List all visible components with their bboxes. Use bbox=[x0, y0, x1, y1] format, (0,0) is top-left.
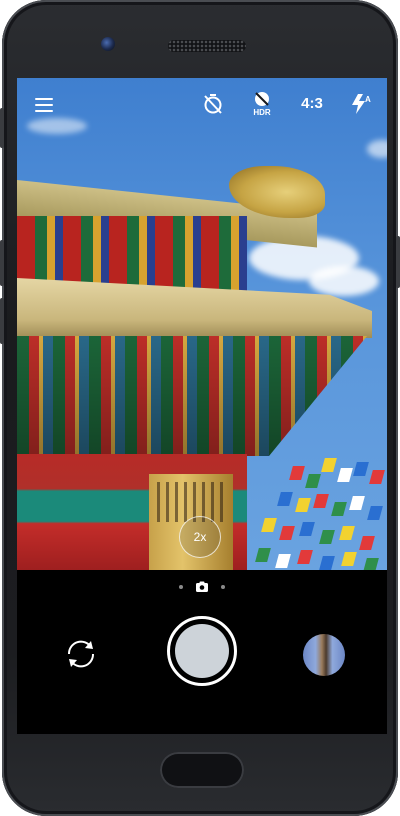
camera-icon[interactable] bbox=[195, 580, 209, 594]
zoom-toggle-button[interactable]: 2x bbox=[179, 516, 221, 558]
prayer-flag bbox=[349, 496, 365, 510]
cloud bbox=[309, 266, 379, 296]
prayer-flag bbox=[339, 526, 355, 540]
timer-off-icon[interactable] bbox=[201, 92, 225, 116]
mode-dot[interactable] bbox=[179, 585, 183, 589]
prayer-flag bbox=[363, 558, 379, 570]
volume-down-key bbox=[0, 298, 4, 344]
eaves-shadow bbox=[17, 336, 367, 456]
viewfinder-preview[interactable]: HDR 4:3 A 2x bbox=[17, 78, 387, 570]
prayer-flag bbox=[295, 498, 311, 512]
prayer-flag bbox=[299, 522, 315, 536]
front-camera-lens bbox=[101, 37, 115, 51]
prayer-flag bbox=[353, 462, 369, 476]
flash-mode-letter: A bbox=[365, 95, 371, 104]
prayer-flag bbox=[297, 550, 313, 564]
prayer-flag bbox=[275, 554, 291, 568]
camera-screen: HDR 4:3 A 2x bbox=[17, 78, 387, 734]
earpiece-speaker bbox=[168, 40, 246, 52]
prayer-flag bbox=[289, 466, 305, 480]
hdr-toggle-button[interactable]: HDR bbox=[247, 90, 277, 120]
hdr-icon bbox=[255, 92, 269, 106]
camera-controls bbox=[17, 570, 387, 734]
prayer-flag bbox=[337, 468, 353, 482]
switch-camera-icon[interactable] bbox=[61, 634, 101, 674]
prayer-flag bbox=[359, 536, 375, 550]
prayer-flag bbox=[369, 470, 385, 484]
pillar-script bbox=[157, 482, 225, 522]
prayer-flag bbox=[261, 518, 277, 532]
volume-up-key bbox=[0, 240, 4, 286]
mode-dot[interactable] bbox=[221, 585, 225, 589]
prayer-flag bbox=[341, 552, 357, 566]
prayer-flag bbox=[321, 458, 337, 472]
home-button[interactable] bbox=[160, 752, 244, 788]
shutter-button[interactable] bbox=[167, 616, 237, 686]
prayer-flag bbox=[319, 556, 335, 570]
gallery-thumbnail[interactable] bbox=[303, 634, 345, 676]
prayer-flag bbox=[279, 526, 295, 540]
alert-slider bbox=[0, 108, 4, 148]
prayer-flag bbox=[367, 506, 383, 520]
phone-device: HDR 4:3 A 2x bbox=[0, 0, 400, 816]
hdr-label: HDR bbox=[253, 108, 271, 117]
prayer-flag bbox=[319, 530, 335, 544]
prayer-flag bbox=[313, 494, 329, 508]
camera-toolbar: HDR 4:3 A bbox=[17, 78, 387, 130]
prayer-flag bbox=[255, 548, 271, 562]
flash-auto-icon[interactable]: A bbox=[349, 92, 371, 116]
power-key bbox=[396, 236, 400, 288]
cloud bbox=[367, 140, 387, 158]
aspect-ratio-button[interactable]: 4:3 bbox=[295, 95, 329, 112]
menu-icon[interactable] bbox=[35, 98, 53, 112]
prayer-flag bbox=[331, 502, 347, 516]
prayer-flag bbox=[277, 492, 293, 506]
shutter-inner bbox=[175, 624, 229, 678]
mode-page-indicator bbox=[177, 580, 229, 594]
prayer-flag bbox=[305, 474, 321, 488]
